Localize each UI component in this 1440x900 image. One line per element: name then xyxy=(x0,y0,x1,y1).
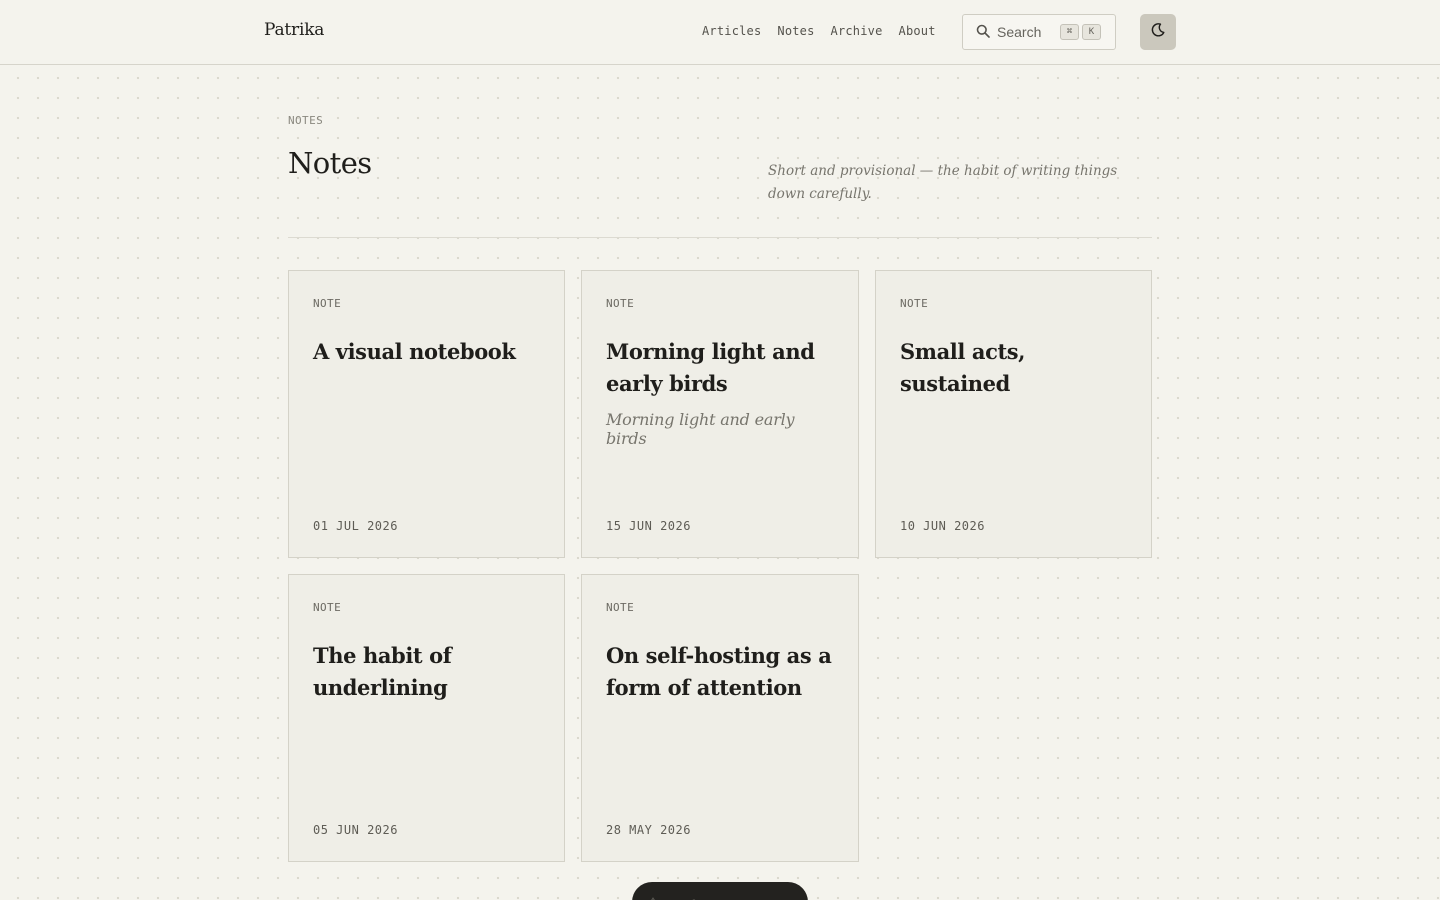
top-bar: Patrika Articles Notes Archive About Sea… xyxy=(0,0,1440,65)
shortcut-key-cmd: ⌘ xyxy=(1060,24,1079,40)
note-date: 28 MAY 2026 xyxy=(606,823,691,837)
note-card[interactable]: NOTE Morning light and early birds Morni… xyxy=(581,270,859,558)
note-card[interactable]: NOTE A visual notebook 01 JUL 2026 xyxy=(288,270,565,558)
page-title: Notes xyxy=(288,146,372,180)
theme-toggle-button[interactable] xyxy=(1140,14,1176,50)
note-kind: NOTE xyxy=(313,297,342,310)
search-label: Search xyxy=(997,24,1042,40)
brand-logo[interactable]: Patrika xyxy=(264,20,324,40)
note-title[interactable]: Morning light and early birds xyxy=(606,336,834,400)
note-title[interactable]: On self-hosting as a form of attention xyxy=(606,640,834,704)
moon-icon xyxy=(1150,22,1166,42)
header-divider xyxy=(288,237,1152,238)
note-title[interactable]: The habit of underlining xyxy=(313,640,540,704)
note-title[interactable]: Small acts, sustained xyxy=(900,336,1127,400)
section-eyebrow: NOTES xyxy=(288,114,324,127)
notes-grid: NOTE A visual notebook 01 JUL 2026 NOTE … xyxy=(288,270,1152,862)
nav-archive[interactable]: Archive xyxy=(831,24,883,38)
main-nav: Articles Notes Archive About xyxy=(702,24,936,38)
nav-notes[interactable]: Notes xyxy=(777,24,814,38)
note-date: 15 JUN 2026 xyxy=(606,519,691,533)
nav-about[interactable]: About xyxy=(899,24,936,38)
note-kind: NOTE xyxy=(606,601,635,614)
shortcut-key-k: K xyxy=(1082,24,1101,40)
note-title[interactable]: A visual notebook xyxy=(313,336,540,368)
page-intro: Short and provisional — the habit of wri… xyxy=(768,163,1118,202)
note-card[interactable]: NOTE Small acts, sustained 10 JUN 2026 xyxy=(875,270,1152,558)
note-date: 05 JUN 2026 xyxy=(313,823,398,837)
note-card[interactable]: NOTE On self-hosting as a form of attent… xyxy=(581,574,859,862)
note-card[interactable]: NOTE The habit of underlining 05 JUN 202… xyxy=(288,574,565,862)
note-kind: NOTE xyxy=(606,297,635,310)
search-icon xyxy=(976,23,990,42)
nav-articles[interactable]: Articles xyxy=(702,24,761,38)
note-kind: NOTE xyxy=(900,297,929,310)
floating-dock xyxy=(632,882,808,900)
search-shortcut: ⌘ K xyxy=(1060,24,1101,40)
note-date: 01 JUL 2026 xyxy=(313,519,398,533)
note-subtitle: Morning light and early birds xyxy=(606,410,795,448)
note-kind: NOTE xyxy=(313,601,342,614)
note-date: 10 JUN 2026 xyxy=(900,519,985,533)
search-button[interactable]: Search ⌘ K xyxy=(962,14,1116,50)
